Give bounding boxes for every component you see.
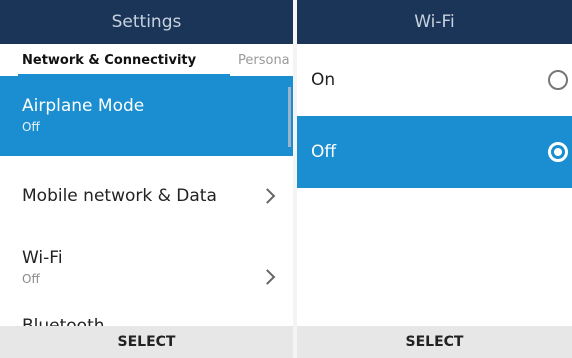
settings-tabs: Network & Connectivity Persona	[0, 44, 293, 76]
tab-personalization[interactable]: Persona	[238, 53, 290, 68]
tab-network-connectivity[interactable]: Network & Connectivity	[22, 53, 196, 68]
list-item-title: Mobile network & Data	[22, 186, 217, 206]
wifi-screen: Wi-Fi On Off SELECT	[297, 0, 572, 358]
radio-unchecked-icon[interactable]	[548, 70, 568, 90]
option-on[interactable]: On	[297, 44, 572, 116]
radio-checked-icon[interactable]	[548, 142, 568, 162]
page-title: Wi-Fi	[414, 12, 455, 32]
option-label: On	[311, 70, 336, 90]
list-item-title: Airplane Mode	[22, 96, 145, 116]
softkey-bar: SELECT	[297, 326, 572, 358]
settings-screen: Settings Network & Connectivity Persona …	[0, 0, 293, 358]
page-title: Settings	[111, 12, 182, 32]
option-label: Off	[311, 142, 337, 162]
list-item-title: Wi-Fi	[22, 248, 63, 268]
select-softkey[interactable]: SELECT	[118, 334, 176, 350]
list-item-airplane-mode[interactable]: Airplane Mode Off	[0, 76, 293, 156]
list-item-wifi[interactable]: Wi-Fi Off	[0, 236, 293, 318]
wifi-header: Wi-Fi	[297, 0, 572, 44]
list-item-subtitle: Off	[22, 120, 40, 134]
scrollbar[interactable]	[288, 87, 291, 147]
select-softkey[interactable]: SELECT	[406, 334, 464, 350]
list-item-subtitle: Off	[22, 272, 40, 286]
option-off[interactable]: Off	[297, 116, 572, 188]
list-item-mobile-network[interactable]: Mobile network & Data	[0, 156, 293, 236]
softkey-bar: SELECT	[0, 326, 293, 358]
settings-header: Settings	[0, 0, 293, 44]
